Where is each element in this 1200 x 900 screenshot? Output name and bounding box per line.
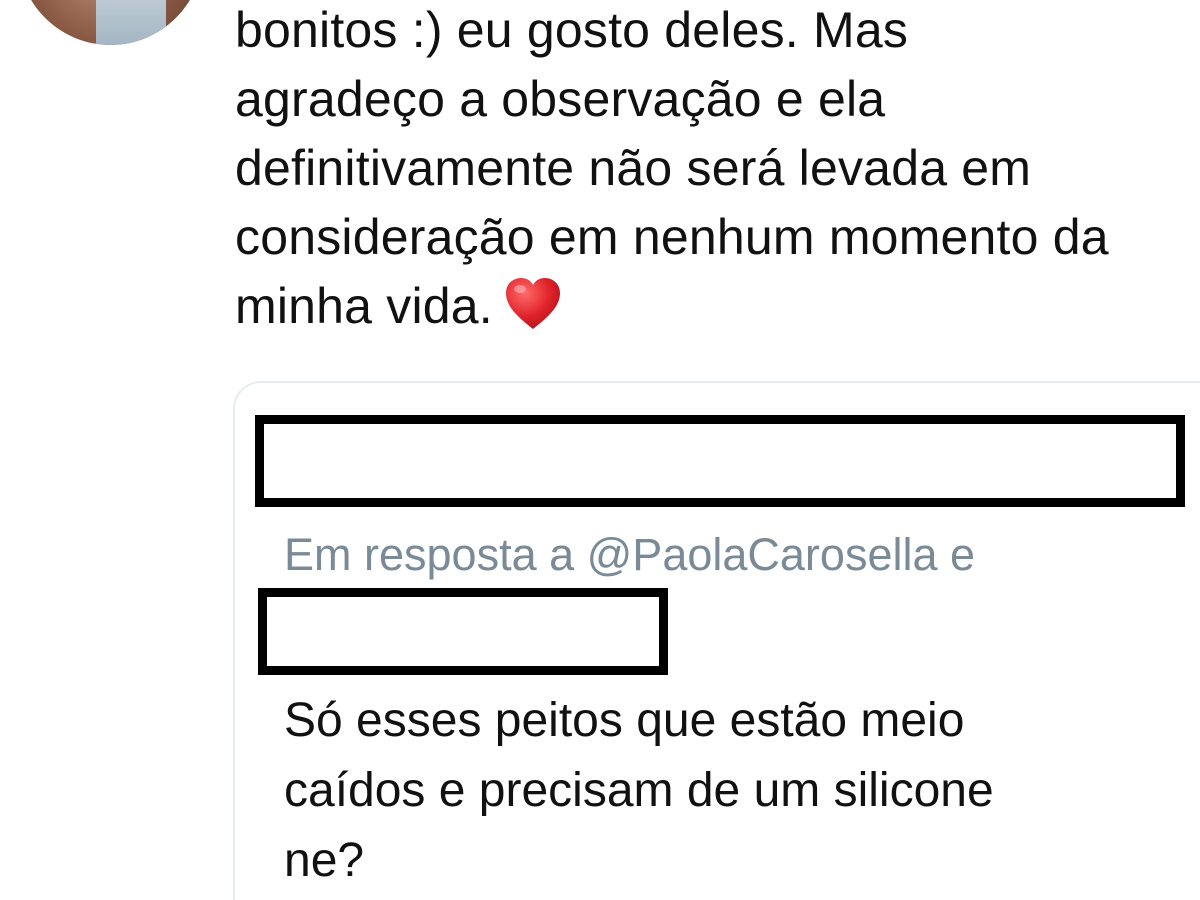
tweet-last-line: minha vida. (235, 272, 1195, 341)
reply-to-label: Em resposta a @PaolaCarosella e (284, 529, 976, 580)
quoted-tweet-body: Só esses peitos que estão meio caídos e … (284, 686, 1184, 896)
tweet-line: minha vida. (235, 278, 493, 334)
heart-icon (503, 275, 563, 335)
tweet-body: bonitos :) eu gosto deles. Mas agradeço … (235, 0, 1195, 341)
tweet-line: bonitos :) eu gosto deles. Mas (235, 2, 909, 58)
quoted-line: Só esses peitos que estão meio (284, 694, 965, 747)
tweet-line: agradeço a observação e ela (235, 71, 886, 127)
avatar-figure (96, 0, 166, 45)
tweet-line: consideração em nenhum momento da (235, 209, 1109, 265)
quoted-line: caídos e precisam de um silicone (284, 764, 994, 817)
redacted-username-box (255, 415, 1185, 507)
tweet-line: definitivamente não será levada em (235, 140, 1032, 196)
avatar[interactable] (18, 0, 203, 45)
tweet-screenshot: bonitos :) eu gosto deles. Mas agradeço … (0, 0, 1200, 900)
quoted-line: ne? (284, 834, 365, 887)
redacted-handle-box (258, 588, 668, 675)
